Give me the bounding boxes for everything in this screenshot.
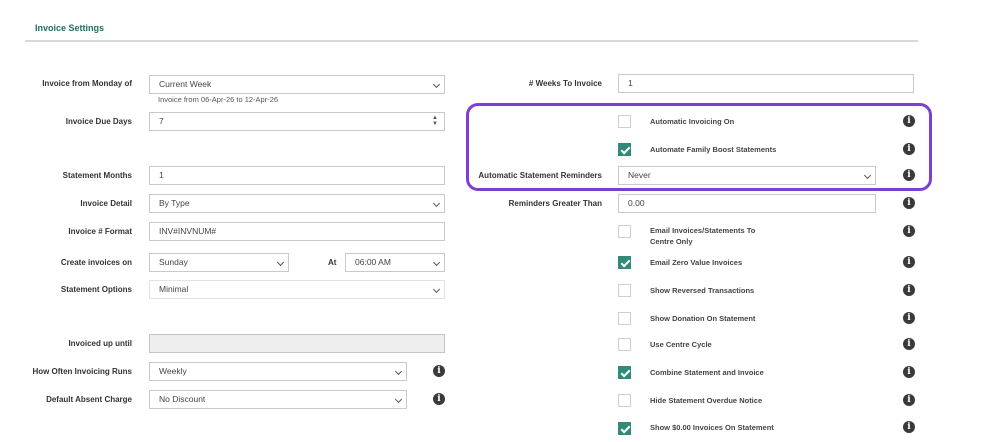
info-icon[interactable]: i <box>433 393 445 405</box>
invoice-from-select[interactable]: Current Week <box>149 75 445 94</box>
info-icon[interactable]: i <box>903 169 915 181</box>
at-time-select[interactable]: 06:00 AM <box>345 253 445 272</box>
show-zero-invoices-checkbox[interactable] <box>618 422 631 435</box>
invoiced-upto-label: Invoiced up until <box>68 339 132 348</box>
info-icon[interactable]: i <box>903 312 915 324</box>
chevron-down-icon <box>394 367 403 376</box>
automatic-invoicing-label: Automatic Invoicing On <box>650 117 735 126</box>
invoice-format-label: Invoice # Format <box>68 227 132 236</box>
info-icon[interactable]: i <box>903 143 915 155</box>
due-days-value: 7 <box>159 116 164 126</box>
email-zero-value-label: Email Zero Value Invoices <box>650 258 743 267</box>
show-zero-invoices-label: Show $0.00 Invoices On Statement <box>650 423 774 432</box>
statement-options-label: Statement Options <box>60 285 132 294</box>
info-icon[interactable]: i <box>903 394 915 406</box>
chevron-down-icon <box>432 80 441 89</box>
invoice-detail-label: Invoice Detail <box>80 199 132 208</box>
statement-options-value: Minimal <box>159 284 189 294</box>
create-on-value: Sunday <box>159 257 188 267</box>
centre-cycle-checkbox[interactable] <box>618 338 631 351</box>
email-centre-only-label: Email Invoices/Statements To Centre Only <box>650 226 756 246</box>
email-zero-value-checkbox[interactable] <box>618 256 631 269</box>
hide-overdue-checkbox[interactable] <box>618 394 631 407</box>
invoice-detail-value: By Type <box>159 198 190 208</box>
combine-statement-label: Combine Statement and Invoice <box>650 368 764 377</box>
at-label: At <box>328 258 337 267</box>
info-icon[interactable]: i <box>903 284 915 296</box>
absent-charge-select[interactable]: No Discount <box>149 390 407 409</box>
invoice-format-input[interactable]: INV#INVNUM# <box>149 222 445 241</box>
chevron-down-icon <box>432 285 441 294</box>
reminders-gt-label: Reminders Greater Than <box>508 199 602 208</box>
show-donation-label: Show Donation On Statement <box>650 314 756 323</box>
statement-months-input[interactable]: 1 <box>149 166 445 185</box>
combine-statement-checkbox[interactable] <box>618 366 631 379</box>
invoice-from-value: Current Week <box>159 79 212 89</box>
invoice-format-value: INV#INVNUM# <box>159 226 217 236</box>
absent-charge-value: No Discount <box>159 394 206 404</box>
family-boost-checkbox[interactable] <box>618 143 631 156</box>
invoice-detail-select[interactable]: By Type <box>149 194 445 213</box>
hide-overdue-label: Hide Statement Overdue Notice <box>650 396 763 405</box>
email-centre-only-checkbox[interactable] <box>618 225 631 238</box>
chevron-down-icon <box>432 258 441 267</box>
invoiced-upto-input <box>149 334 445 353</box>
info-icon[interactable]: i <box>903 115 915 127</box>
info-icon[interactable]: i <box>433 365 445 377</box>
statement-months-label: Statement Months <box>62 171 132 180</box>
chevron-down-icon <box>394 395 403 404</box>
weeks-input[interactable]: 1 <box>618 74 914 93</box>
weeks-label: # Weeks To Invoice <box>528 79 602 88</box>
show-reversed-checkbox[interactable] <box>618 284 631 297</box>
create-on-label: Create invoices on <box>60 258 132 267</box>
reminders-select[interactable]: Never <box>618 166 876 185</box>
statement-months-value: 1 <box>159 170 164 180</box>
reminders-gt-value: 0.00 <box>628 198 645 208</box>
chevron-down-icon <box>276 258 285 267</box>
spinner-arrows-icon[interactable]: ▲ ▼ <box>432 115 438 127</box>
absent-charge-label: Default Absent Charge <box>46 395 132 404</box>
section-title: Invoice Settings <box>35 23 105 33</box>
reminders-gt-input[interactable]: 0.00 <box>618 194 876 213</box>
how-often-value: Weekly <box>159 366 187 376</box>
centre-cycle-label: Use Centre Cycle <box>650 340 712 349</box>
info-icon[interactable]: i <box>903 225 915 237</box>
show-donation-checkbox[interactable] <box>618 312 631 325</box>
chevron-down-icon <box>863 171 872 180</box>
invoice-from-label: Invoice from Monday of <box>42 79 132 88</box>
invoice-from-hint: Invoice from 06-Apr-26 to 12-Apr-26 <box>158 95 279 104</box>
due-days-label: Invoice Due Days <box>65 117 132 126</box>
info-icon[interactable]: i <box>903 256 915 268</box>
info-icon[interactable]: i <box>903 421 915 433</box>
reminders-value: Never <box>628 170 651 180</box>
weeks-value: 1 <box>628 78 633 88</box>
section-divider <box>25 40 918 42</box>
due-days-stepper[interactable]: 7 ▲ ▼ <box>149 112 445 131</box>
show-reversed-label: Show Reversed Transactions <box>650 286 755 295</box>
family-boost-label: Automate Family Boost Statements <box>650 145 777 154</box>
info-icon[interactable]: i <box>903 366 915 378</box>
info-icon[interactable]: i <box>903 197 915 209</box>
how-often-select[interactable]: Weekly <box>149 362 407 381</box>
statement-options-select[interactable]: Minimal <box>149 280 445 299</box>
reminders-label: Automatic Statement Reminders <box>478 171 602 180</box>
create-on-select[interactable]: Sunday <box>149 253 289 272</box>
how-often-label: How Often Invoicing Runs <box>32 367 132 376</box>
chevron-down-icon <box>432 199 441 208</box>
at-time-value: 06:00 AM <box>355 257 391 267</box>
info-icon[interactable]: i <box>903 338 915 350</box>
automatic-invoicing-checkbox[interactable] <box>618 115 631 128</box>
